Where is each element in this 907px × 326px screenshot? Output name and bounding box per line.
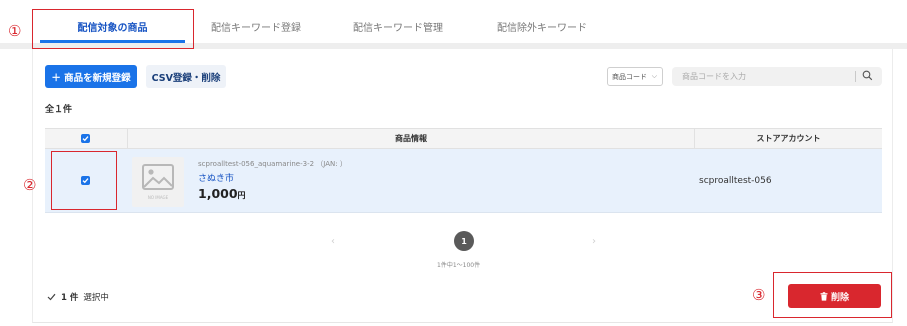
annotation-box-1 — [32, 9, 194, 49]
page: 配信対象の商品 配信キーワード登録 配信キーワード管理 配信除外キーワード ＋ … — [0, 0, 907, 326]
annotation-number-1: ① — [8, 22, 22, 40]
csv-register-delete-button[interactable]: CSV登録・削除 — [146, 65, 226, 88]
tab-exclude-keyword[interactable]: 配信除外キーワード — [482, 10, 602, 42]
pagination-info: 1件中1～100件 — [437, 262, 481, 269]
search-field-select[interactable]: 商品コード ⌵ — [607, 67, 663, 86]
annotation-number-3: ③ — [752, 286, 766, 304]
table-header: 商品情報 ストアアカウント — [45, 128, 882, 149]
tab-keyword-manage[interactable]: 配信キーワード管理 — [338, 10, 458, 42]
no-image-text: NO IMAGE — [147, 195, 169, 200]
annotation-number-2: ② — [23, 176, 37, 194]
check-icon — [47, 293, 56, 301]
add-product-button[interactable]: ＋ 商品を新規登録 — [45, 65, 137, 88]
price-value: 1,000 — [198, 186, 238, 201]
annotation-box-2 — [51, 151, 117, 210]
selection-status: 1 件 選択中 — [47, 291, 109, 303]
product-thumbnail: NO IMAGE — [132, 157, 184, 207]
chevron-down-icon: ⌵ — [651, 72, 657, 80]
total-count: 全１件 — [45, 105, 73, 115]
search-icon[interactable] — [862, 70, 873, 81]
select-value: 商品コード — [612, 72, 647, 81]
header-product-info: 商品情報 — [395, 134, 427, 143]
prev-page-icon[interactable]: ‹ — [331, 236, 335, 247]
annotation-box-3 — [773, 272, 892, 318]
search-separator — [855, 71, 856, 82]
selected-label: 選択中 — [83, 293, 109, 303]
selected-count: 1 件 — [61, 293, 79, 303]
product-name-link[interactable]: さぬき市 — [198, 171, 234, 184]
store-account: scproalltest-056 — [699, 176, 772, 186]
price-unit: 円 — [237, 191, 246, 200]
product-price: 1,000円 — [198, 186, 246, 201]
product-code: scproalltest-056_aquamarine-3-2 （JAN: ） — [198, 160, 347, 168]
tab-keyword-register[interactable]: 配信キーワード登録 — [196, 10, 316, 42]
next-page-icon[interactable]: › — [592, 236, 596, 247]
page-number-current[interactable]: 1 — [454, 231, 474, 251]
select-all-checkbox[interactable] — [81, 134, 90, 143]
search-placeholder: 商品コードを入力 — [682, 72, 746, 81]
header-store-account: ストアアカウント — [756, 134, 821, 143]
search-input[interactable]: 商品コードを入力 — [672, 67, 882, 86]
